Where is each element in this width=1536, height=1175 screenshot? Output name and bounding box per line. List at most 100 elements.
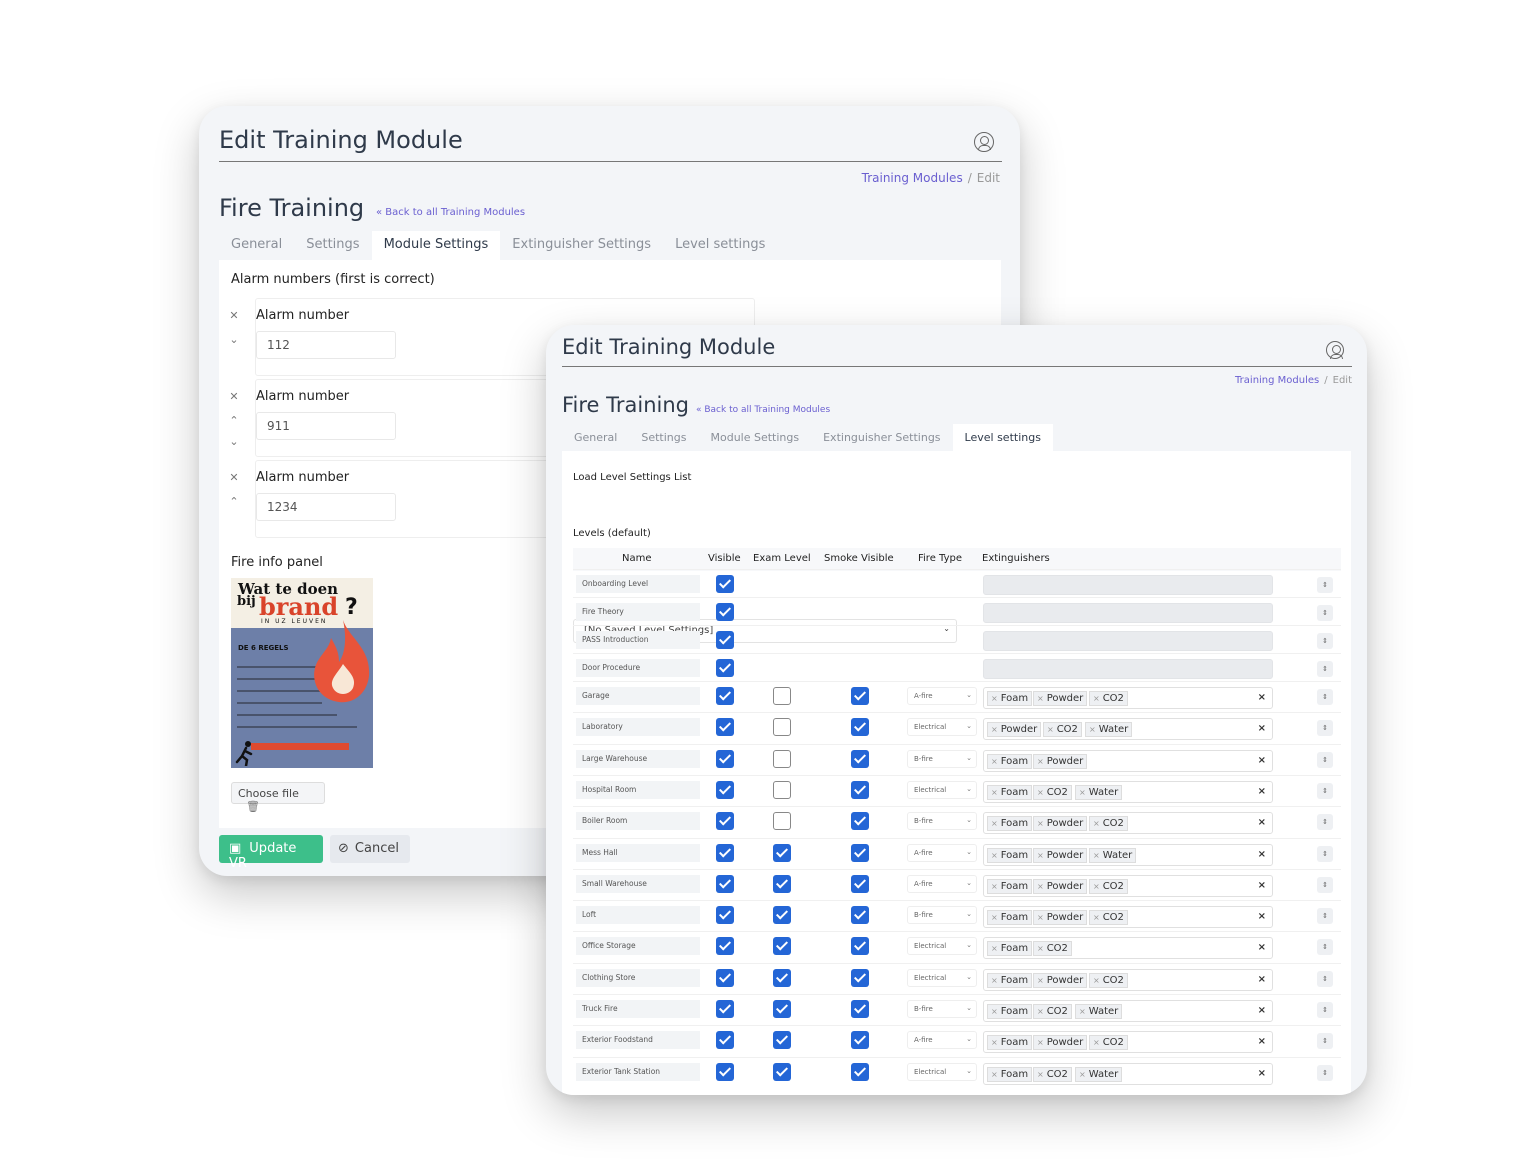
drag-handle-icon[interactable]: ⇕ [1317, 908, 1333, 925]
extinguishers-multiselect[interactable]: × Foam × CO2 × Water × [983, 780, 1273, 803]
extinguishers-multiselect[interactable]: × Foam × Powder × CO2 × [983, 687, 1273, 709]
exam-level-checkbox[interactable] [773, 843, 791, 862]
exam-level-checkbox[interactable] [773, 968, 791, 987]
tab-module-settings[interactable]: Module Settings [371, 231, 501, 260]
visible-checkbox[interactable] [716, 687, 734, 705]
fire-type-select[interactable]: B-fire ⌄ [907, 812, 977, 831]
drag-handle-icon[interactable]: ⇕ [1317, 845, 1333, 862]
extinguishers-multiselect[interactable]: × Powder × CO2 × Water × [983, 718, 1273, 741]
drag-handle-icon[interactable]: ⇕ [1317, 939, 1333, 956]
fire-type-select[interactable]: A-fire ⌄ [907, 874, 977, 893]
level-name-input[interactable]: Boiler Room [576, 812, 700, 831]
remove-tag-icon[interactable]: × [1093, 694, 1100, 703]
extinguishers-multiselect[interactable]: × Foam × Powder × CO2 × [983, 1031, 1273, 1054]
clear-icon[interactable]: × [1258, 1068, 1266, 1079]
update-vr-button[interactable]: ▣ Update VR [219, 835, 323, 871]
remove-tag-icon[interactable]: × [1079, 788, 1086, 797]
breadcrumb-link[interactable]: Training Modules [1235, 375, 1319, 386]
fire-type-select[interactable]: Electrical ⌄ [907, 780, 977, 799]
drag-handle-icon[interactable]: ⇕ [1317, 577, 1333, 593]
smoke-visible-checkbox[interactable] [851, 1031, 869, 1050]
smoke-visible-checkbox[interactable] [851, 749, 869, 768]
smoke-visible-checkbox[interactable] [851, 937, 869, 956]
drag-handle-icon[interactable]: ⇕ [1317, 970, 1333, 987]
smoke-visible-checkbox[interactable] [851, 812, 869, 831]
visible-checkbox[interactable] [716, 718, 734, 737]
remove-tag-icon[interactable]: × [1079, 1070, 1086, 1079]
fire-type-select[interactable]: B-fire ⌄ [907, 749, 977, 768]
visible-checkbox[interactable] [716, 575, 734, 593]
tab-settings[interactable]: Settings [294, 231, 371, 260]
extinguishers-multiselect[interactable] [983, 603, 1273, 623]
tab-level-settings[interactable]: Level settings [663, 231, 777, 260]
remove-tag-icon[interactable]: × [1037, 819, 1044, 828]
fire-type-select[interactable]: B-fire ⌄ [907, 906, 977, 925]
exam-level-checkbox[interactable] [773, 780, 791, 799]
drag-handle-icon[interactable]: ⇕ [1317, 814, 1333, 831]
exam-level-checkbox[interactable] [773, 718, 791, 737]
remove-tag-icon[interactable]: × [1093, 913, 1100, 922]
remove-tag-icon[interactable]: × [991, 976, 998, 985]
visible-checkbox[interactable] [716, 1062, 734, 1081]
breadcrumb-link[interactable]: Training Modules [862, 171, 963, 185]
drag-handle-icon[interactable]: ⇕ [1317, 876, 1333, 893]
visible-checkbox[interactable] [716, 812, 734, 831]
clear-icon[interactable]: × [1258, 755, 1266, 766]
alarm-number-input[interactable]: 112 [256, 331, 396, 359]
remove-tag-icon[interactable]: × [991, 1007, 998, 1016]
tab-general[interactable]: General [562, 424, 629, 451]
remove-tag-icon[interactable]: × [1037, 694, 1044, 703]
tab-level-settings[interactable]: Level settings [952, 424, 1053, 451]
extinguishers-multiselect[interactable]: × Foam × Powder × CO2 × [983, 812, 1273, 835]
smoke-visible-checkbox[interactable] [851, 843, 869, 862]
remove-tag-icon[interactable]: × [1093, 851, 1100, 860]
clear-icon[interactable]: × [1258, 817, 1266, 828]
user-icon[interactable] [974, 132, 994, 152]
exam-level-checkbox[interactable] [773, 687, 791, 705]
clear-icon[interactable]: × [1258, 880, 1266, 891]
smoke-visible-checkbox[interactable] [851, 1000, 869, 1018]
level-name-input[interactable]: Small Warehouse [576, 874, 700, 893]
clear-icon[interactable]: × [1258, 786, 1266, 797]
drag-handle-icon[interactable]: ⇕ [1317, 1002, 1333, 1018]
visible-checkbox[interactable] [716, 906, 734, 925]
drag-handle-icon[interactable]: ⇕ [1317, 720, 1333, 737]
level-name-input[interactable]: Exterior Tank Station [576, 1062, 700, 1081]
fire-type-select[interactable]: B-fire ⌄ [907, 1000, 977, 1018]
remove-tag-icon[interactable]: × [1037, 1070, 1044, 1079]
fire-type-select[interactable]: A-fire ⌄ [907, 1031, 977, 1050]
fire-type-select[interactable]: Electrical ⌄ [907, 718, 977, 737]
remove-tag-icon[interactable]: × [1037, 882, 1044, 891]
level-name-input[interactable]: Laboratory [576, 718, 700, 737]
user-icon[interactable] [1326, 341, 1344, 359]
visible-checkbox[interactable] [716, 631, 734, 649]
visible-checkbox[interactable] [716, 968, 734, 987]
chevron-down-icon[interactable]: ⌄ [228, 436, 240, 448]
drag-handle-icon[interactable]: ⇕ [1317, 1033, 1333, 1050]
remove-tag-icon[interactable]: × [1037, 1007, 1044, 1016]
visible-checkbox[interactable] [716, 843, 734, 862]
cancel-button[interactable]: ⊘ Cancel [330, 835, 410, 863]
level-name-input[interactable]: Large Warehouse [576, 749, 700, 768]
level-name-input[interactable]: Loft [576, 906, 700, 925]
fire-type-select[interactable]: A-fire ⌄ [907, 687, 977, 705]
drag-handle-icon[interactable]: ⇕ [1317, 661, 1333, 677]
level-name-input[interactable]: Office Storage [576, 937, 700, 956]
remove-tag-icon[interactable]: × [1089, 725, 1096, 734]
exam-level-checkbox[interactable] [773, 1062, 791, 1081]
chevron-up-icon[interactable]: ⌃ [228, 496, 240, 508]
extinguishers-multiselect[interactable]: × Foam × CO2 × Water × [983, 1000, 1273, 1022]
level-name-input[interactable]: Clothing Store [576, 968, 700, 987]
remove-icon[interactable]: ✕ [228, 310, 240, 322]
exam-level-checkbox[interactable] [773, 1000, 791, 1018]
drag-handle-icon[interactable]: ⇕ [1317, 1064, 1333, 1081]
exam-level-checkbox[interactable] [773, 749, 791, 768]
level-name-input[interactable]: Exterior Foodstand [576, 1031, 700, 1050]
remove-tag-icon[interactable]: × [991, 819, 998, 828]
visible-checkbox[interactable] [716, 749, 734, 768]
exam-level-checkbox[interactable] [773, 906, 791, 925]
remove-tag-icon[interactable]: × [1093, 1038, 1100, 1047]
alarm-number-input[interactable]: 911 [256, 412, 396, 440]
level-name-input[interactable]: Door Procedure [576, 659, 700, 677]
visible-checkbox[interactable] [716, 1031, 734, 1050]
